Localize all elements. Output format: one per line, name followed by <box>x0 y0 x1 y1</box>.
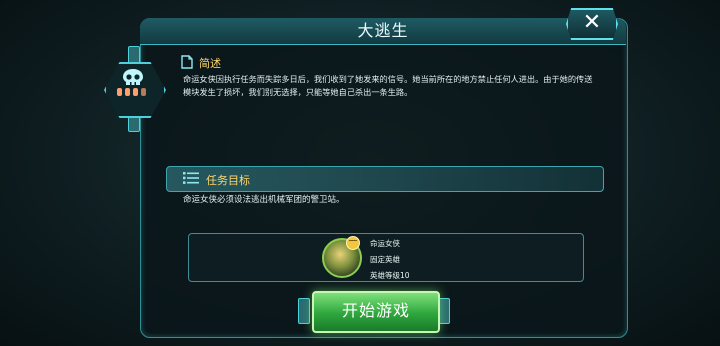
panel-title: 大逃生 <box>357 21 409 40</box>
hero-level: 英雄等级10 <box>370 271 410 280</box>
hero-rank-badge: 一 <box>346 236 360 250</box>
summary-label: 简述 <box>199 57 221 70</box>
difficulty-pip <box>133 88 138 96</box>
emblem-connector-top <box>128 46 140 64</box>
button-cap-left <box>298 298 310 324</box>
list-icon <box>183 172 199 184</box>
hero-type: 固定英雄 <box>370 255 400 264</box>
close-icon: ✕ <box>582 10 602 35</box>
skull-icon <box>123 69 143 85</box>
difficulty-pip <box>141 88 146 96</box>
summary-text: 命运女侠因执行任务而失踪多日后，我们收到了她发来的信号。她当前所在的地方禁止任何… <box>183 74 593 97</box>
difficulty-indicator <box>117 88 149 96</box>
document-icon <box>181 55 193 69</box>
goal-label: 任务目标 <box>206 174 250 187</box>
start-game-button[interactable]: 开始游戏 <box>312 291 440 333</box>
difficulty-pip <box>117 88 122 96</box>
hero-name: 命运女侠 <box>370 239 400 248</box>
goal-text: 命运女侠必须设法逃出机械军团的警卫站。 <box>183 195 345 205</box>
difficulty-pip <box>125 88 130 96</box>
close-button[interactable]: ✕ <box>566 8 618 40</box>
